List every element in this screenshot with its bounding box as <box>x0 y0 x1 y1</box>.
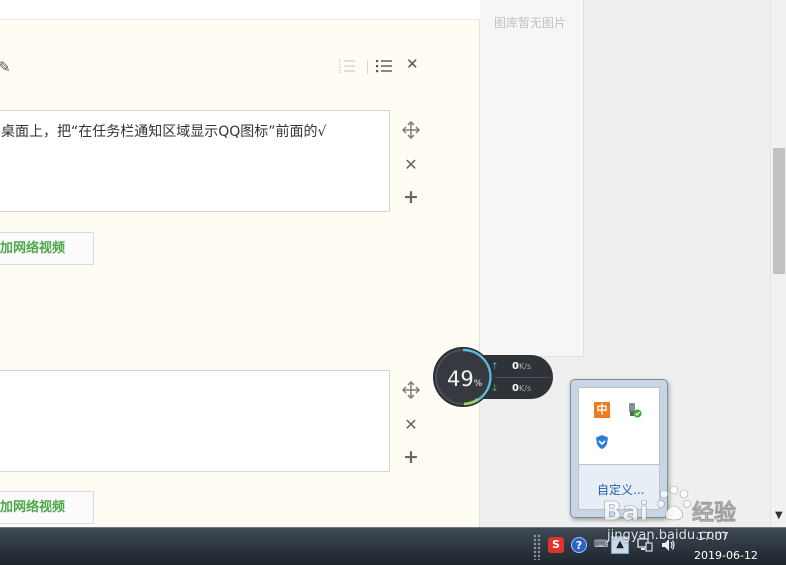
network-speed-widget[interactable]: ↑ 0K/s ↓ 0K/s 49% <box>433 347 555 409</box>
delete-icon[interactable]: ✕ <box>401 415 421 434</box>
security-shield-icon[interactable] <box>594 434 610 450</box>
step-text-1: 桌面上，把“在任务栏通知区域显示QQ图标”前面的√ <box>1 124 327 140</box>
add-icon[interactable]: + <box>401 446 421 468</box>
scrollbar-thumb[interactable] <box>773 148 785 274</box>
tray-footer: 自定义... <box>578 465 660 510</box>
svg-text:3: 3 <box>338 69 341 74</box>
close-icon[interactable]: ✕ <box>406 57 419 72</box>
tray-icons-area: 中 <box>578 387 660 465</box>
ordered-list-icon[interactable]: 123 <box>338 58 356 74</box>
pencil-icon[interactable]: ✎ <box>0 60 11 75</box>
upload-speed: ↑ 0K/s <box>491 361 532 372</box>
gallery-empty-text: 图库暂无图片 <box>494 16 567 30</box>
page-scrollbar[interactable]: ▼ <box>770 0 786 527</box>
customize-link[interactable]: 自定义... <box>597 481 644 498</box>
tray-overflow-popup: 中 自定义... <box>570 379 668 518</box>
step-text-editor-2[interactable] <box>0 370 390 472</box>
add-web-video-button[interactable]: 加网络视频 <box>0 232 94 265</box>
move-icon[interactable] <box>401 120 421 140</box>
add-web-video-button[interactable]: 加网络视频 <box>0 491 94 524</box>
move-icon[interactable] <box>401 380 421 400</box>
toolbar-separator <box>367 60 368 74</box>
download-speed: ↓ 0K/s <box>491 383 532 394</box>
step-text-editor-1[interactable]: 桌面上，把“在任务栏通知区域显示QQ图标”前面的√ <box>0 110 390 212</box>
help-icon[interactable]: ? <box>571 537 587 553</box>
clock-date[interactable]: 2019-06-12 <box>694 549 758 562</box>
safely-remove-hardware-icon[interactable] <box>626 402 642 418</box>
delete-icon[interactable]: ✕ <box>401 155 421 174</box>
scroll-down-arrow-icon[interactable]: ▼ <box>775 510 783 521</box>
memory-percent: 49% <box>447 367 483 391</box>
editor-top-strip <box>0 0 480 20</box>
image-gallery: 图库暂无图片 <box>480 0 584 357</box>
watermark-url: jingyan.baidu.com <box>607 528 727 543</box>
ime-icon[interactable]: 中 <box>594 402 610 418</box>
taskbar-grip[interactable] <box>533 534 541 560</box>
step-editor-panel: ✎ 123 ✕ 桌面上，把“在任务栏通知区域显示QQ图标”前面的√ ✕ + 加网… <box>0 0 480 527</box>
sogou-input-icon[interactable]: S <box>548 537 564 553</box>
memory-usage-gauge[interactable]: 49% <box>433 347 493 407</box>
unordered-list-icon[interactable] <box>375 58 393 74</box>
add-icon[interactable]: + <box>401 186 421 208</box>
speed-divider <box>495 377 551 378</box>
